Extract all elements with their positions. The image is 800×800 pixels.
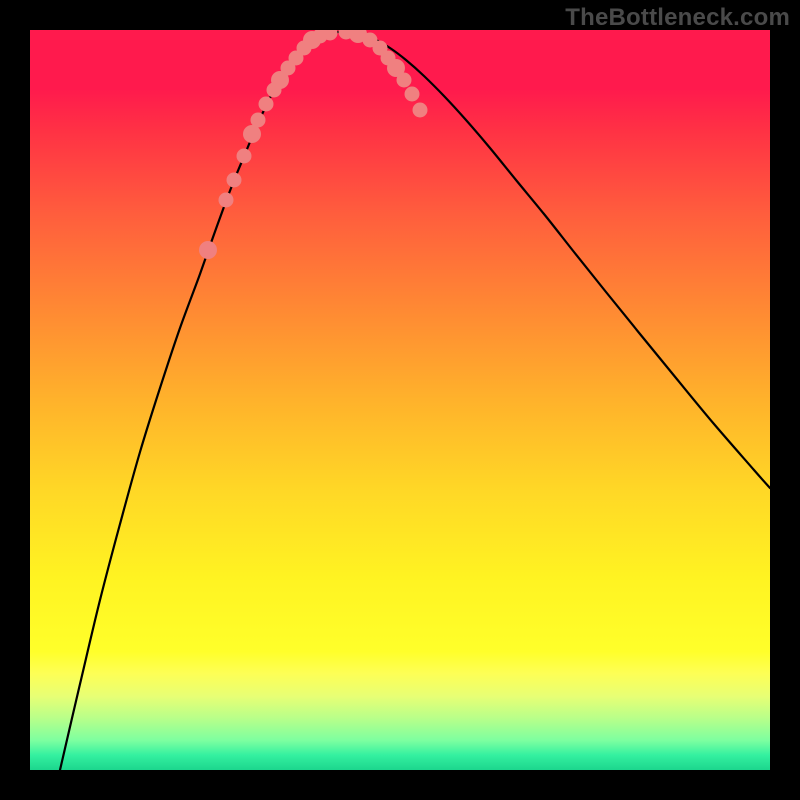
dip-marker — [251, 113, 266, 128]
chart-frame: TheBottleneck.com — [0, 0, 800, 800]
dip-marker — [199, 241, 217, 259]
dip-marker — [259, 97, 274, 112]
dip-markers-group — [199, 30, 428, 259]
dip-marker — [243, 125, 261, 143]
dip-marker — [405, 87, 420, 102]
dip-marker — [237, 149, 252, 164]
dip-marker — [227, 173, 242, 188]
plot-area — [30, 30, 770, 770]
bottleneck-curve-path — [60, 32, 770, 770]
dip-marker — [397, 73, 412, 88]
dip-marker — [219, 193, 234, 208]
bottleneck-curve-svg — [30, 30, 770, 770]
dip-marker — [413, 103, 428, 118]
watermark-text: TheBottleneck.com — [565, 4, 790, 32]
